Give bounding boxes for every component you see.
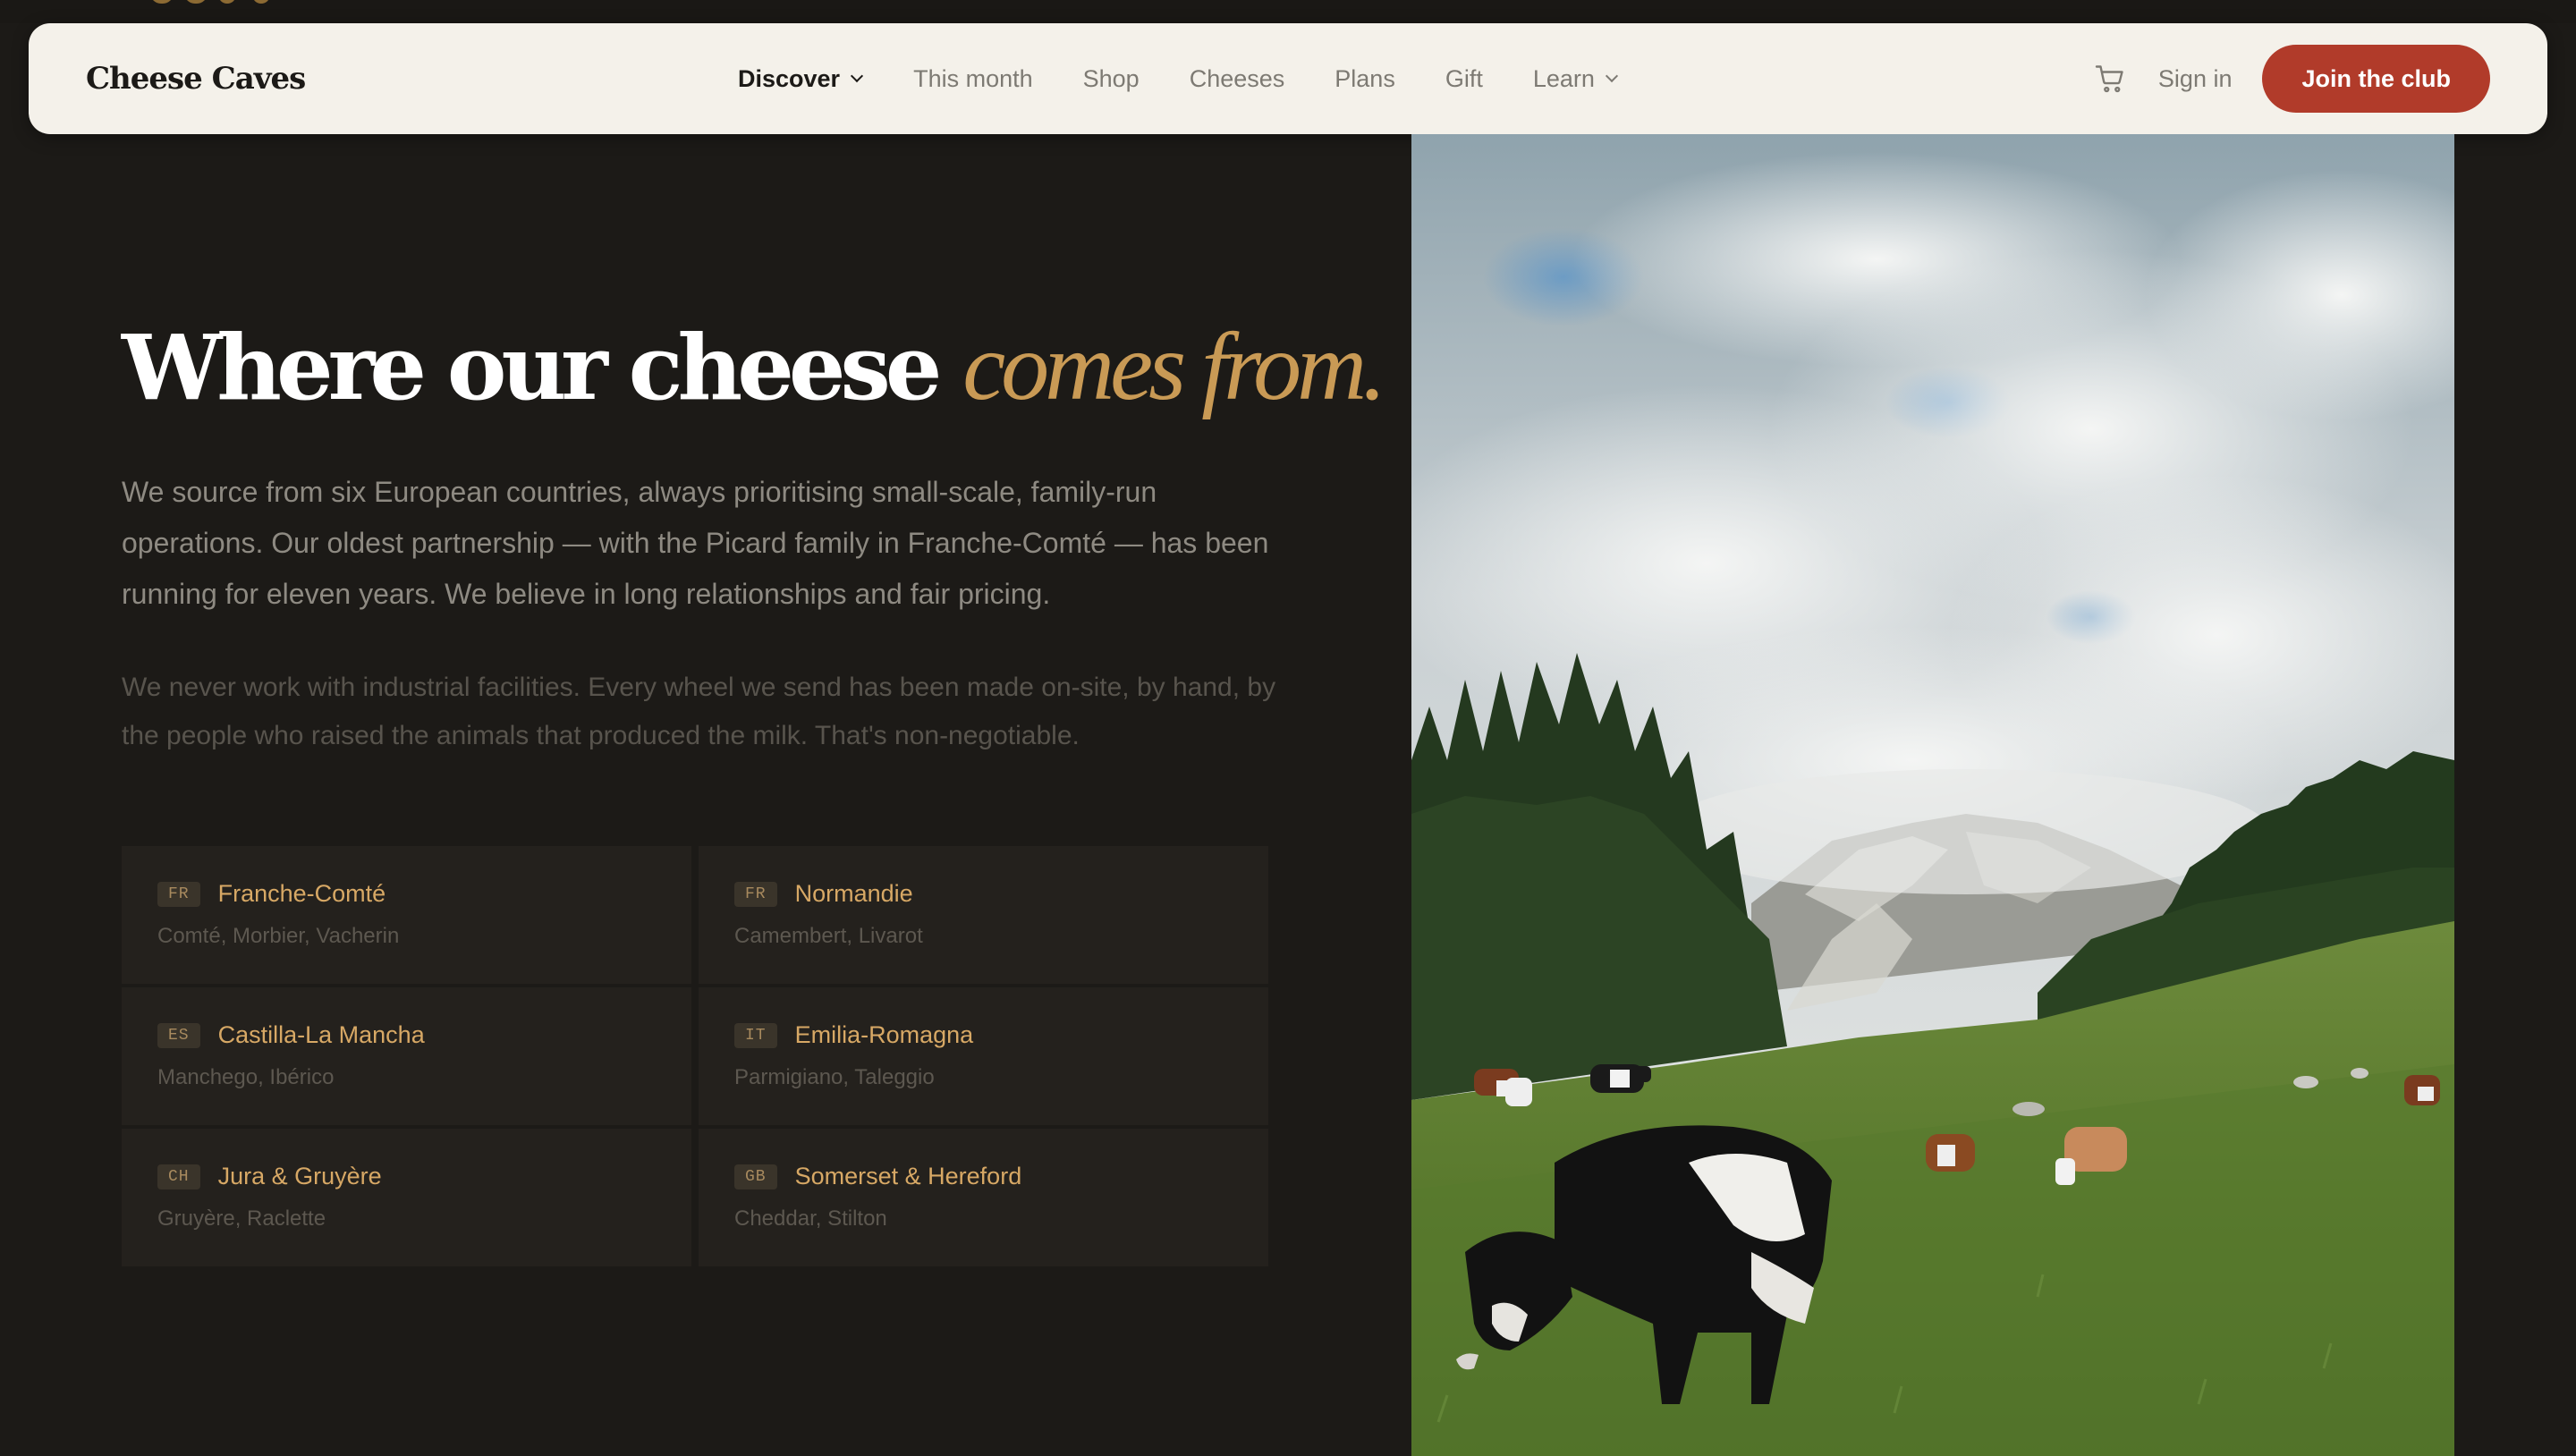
region-name: Normandie — [794, 880, 913, 907]
region-header: FR Franche-Comté — [157, 880, 656, 908]
intro-paragraph: We source from six European countries, a… — [122, 476, 1269, 610]
top-strip — [0, 0, 2576, 23]
region-cheeses: Gruyère, Raclette — [157, 1206, 326, 1231]
nav-item-label: Cheeses — [1189, 64, 1285, 92]
region-card[interactable]: CH Jura & Gruyère Gruyère, Raclette — [122, 1129, 691, 1266]
region-header: IT Emilia-Romagna — [734, 1021, 1233, 1049]
brand-logo[interactable]: Cheese Caves — [86, 59, 306, 98]
nav-item-shop[interactable]: Shop — [1083, 65, 1140, 93]
nav-actions: Sign in Join the club — [2094, 23, 2490, 134]
page-title: Where our cheese comes from. — [122, 309, 1386, 426]
region-header: GB Somerset & Hereford — [734, 1163, 1233, 1190]
region-cheeses: Cheddar, Stilton — [734, 1206, 887, 1231]
region-card[interactable]: FR Franche-Comté Comté, Morbier, Vacheri… — [122, 846, 691, 984]
join-club-button[interactable]: Join the club — [2262, 45, 2490, 113]
headline-accent: comes from. — [962, 314, 1386, 420]
nav-item-cheeses[interactable]: Cheeses — [1190, 65, 1285, 93]
nav-item-learn[interactable]: Learn — [1532, 64, 1618, 93]
region-name: Franche-Comté — [217, 880, 386, 907]
region-header: FR Normandie — [734, 880, 1233, 908]
logo-fragment-icon — [252, 0, 270, 4]
nav-item-label: Shop — [1082, 64, 1140, 92]
cow — [2404, 1075, 2440, 1105]
nav-item-gift[interactable]: Gift — [1445, 65, 1483, 93]
nav-item-label: This month — [913, 64, 1033, 92]
region-cheeses: Comté, Morbier, Vacherin — [157, 924, 400, 948]
nav-links: Discover This month Shop Cheeses Plans G… — [738, 23, 1618, 134]
country-badge: FR — [157, 881, 200, 907]
chevron-down-icon — [1605, 69, 1618, 83]
nav-item-label: Discover — [738, 64, 841, 92]
region-cheeses: Parmigiano, Taleggio — [734, 1065, 935, 1089]
nav-item-this-month[interactable]: This month — [913, 65, 1033, 93]
policy-paragraph: We never work with industrial facilities… — [122, 673, 1276, 750]
nav-item-discover[interactable]: Discover — [738, 64, 864, 93]
region-name: Emilia-Romagna — [794, 1021, 974, 1048]
region-name: Somerset & Hereford — [794, 1163, 1022, 1189]
region-card[interactable]: ES Castilla-La Mancha Manchego, Ibérico — [122, 987, 691, 1125]
region-name: Jura & Gruyère — [217, 1163, 382, 1189]
cart-icon[interactable] — [2094, 63, 2126, 95]
nav-item-label: Plans — [1335, 64, 1395, 92]
cow — [1926, 1134, 1975, 1172]
region-name: Castilla-La Mancha — [217, 1021, 425, 1048]
region-cheeses: Camembert, Livarot — [734, 924, 923, 948]
country-badge: IT — [734, 1022, 777, 1048]
nav-item-label: Gift — [1445, 64, 1483, 92]
chevron-down-icon — [851, 69, 864, 83]
region-card[interactable]: IT Emilia-Romagna Parmigiano, Taleggio — [699, 987, 1268, 1125]
country-badge: FR — [734, 881, 777, 907]
logo-fragment-icon — [218, 0, 236, 4]
region-card[interactable]: FR Normandie Camembert, Livarot — [699, 846, 1268, 984]
headline-main: Where our cheese — [122, 315, 963, 420]
region-card[interactable]: GB Somerset & Hereford Cheddar, Stilton — [699, 1129, 1268, 1266]
country-badge: GB — [734, 1164, 777, 1189]
region-cheeses: Manchego, Ibérico — [157, 1065, 335, 1089]
page: Cheese Caves Discover This month Shop Ch… — [0, 0, 2576, 1456]
regions-grid: FR Franche-Comté Comté, Morbier, Vacheri… — [122, 846, 1268, 1266]
logo-fragment-icon — [184, 0, 208, 4]
country-badge: ES — [157, 1022, 200, 1048]
nav-item-label: Learn — [1532, 64, 1595, 92]
nav-item-plans[interactable]: Plans — [1335, 65, 1395, 93]
region-header: ES Castilla-La Mancha — [157, 1021, 656, 1049]
logo-fragment-icon — [150, 0, 174, 4]
country-badge: CH — [157, 1164, 200, 1189]
hero-photo — [1411, 134, 2454, 1456]
top-nav: Cheese Caves Discover This month Shop Ch… — [29, 23, 2547, 134]
region-header: CH Jura & Gruyère — [157, 1163, 656, 1190]
alpine-pasture-image — [1411, 134, 2454, 1456]
sign-in-link[interactable]: Sign in — [2158, 65, 2233, 93]
